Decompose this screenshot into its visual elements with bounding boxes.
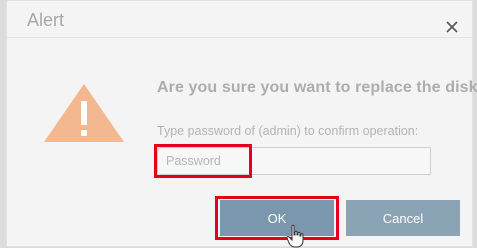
ok-button[interactable]: OK	[220, 200, 334, 236]
cancel-button[interactable]: Cancel	[346, 200, 460, 236]
confirm-question: Are you sure you want to replace the dis…	[157, 79, 477, 96]
password-input[interactable]	[157, 147, 431, 175]
close-icon[interactable]	[444, 19, 460, 35]
password-prompt-label: Type password of (admin) to confirm oper…	[157, 124, 419, 138]
dialog-title: Alert	[27, 10, 65, 30]
dialog-title-bar: Alert	[7, 1, 472, 38]
alert-dialog: Alert Are you sure you want to replace t…	[6, 0, 477, 248]
warning-triangle-icon	[44, 84, 124, 142]
